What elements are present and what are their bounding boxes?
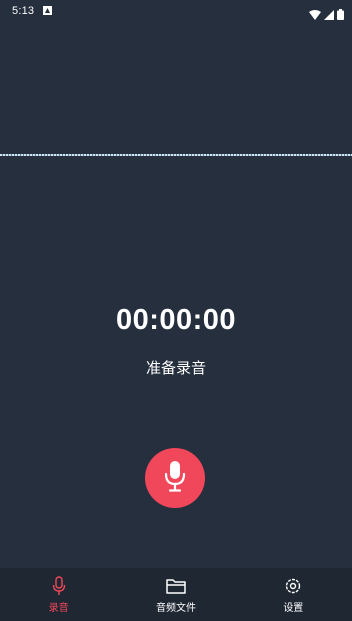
battery-icon	[337, 5, 344, 24]
nav-item-settings[interactable]: 设置	[235, 568, 352, 621]
gear-icon	[284, 576, 302, 596]
nav-item-audio-files[interactable]: 音频文件	[117, 568, 234, 621]
nav-label-audio-files: 音频文件	[155, 603, 196, 614]
record-button[interactable]	[145, 448, 205, 508]
microphone-icon	[163, 460, 187, 496]
nav-label-settings: 设置	[283, 603, 304, 614]
bottom-navigation: 录音 音频文件 设置	[0, 568, 352, 621]
recording-status: 准备录音	[145, 359, 206, 377]
nav-item-record[interactable]: 录音	[0, 568, 117, 621]
signal-icon	[324, 5, 334, 24]
status-icons	[309, 5, 344, 24]
wifi-icon	[309, 5, 321, 24]
recording-timer: 00:00:00	[115, 304, 237, 336]
recorder-screen: 5:13 00:00:00 准备录音 录音 音频文件 设置	[0, 0, 352, 621]
folder-icon	[166, 576, 186, 596]
status-bar: 5:13	[0, 0, 352, 24]
microphone-icon	[52, 576, 66, 596]
nav-label-record: 录音	[48, 603, 69, 614]
notification-icon	[43, 6, 52, 15]
waveform	[0, 154, 352, 156]
status-time: 5:13	[12, 5, 35, 17]
